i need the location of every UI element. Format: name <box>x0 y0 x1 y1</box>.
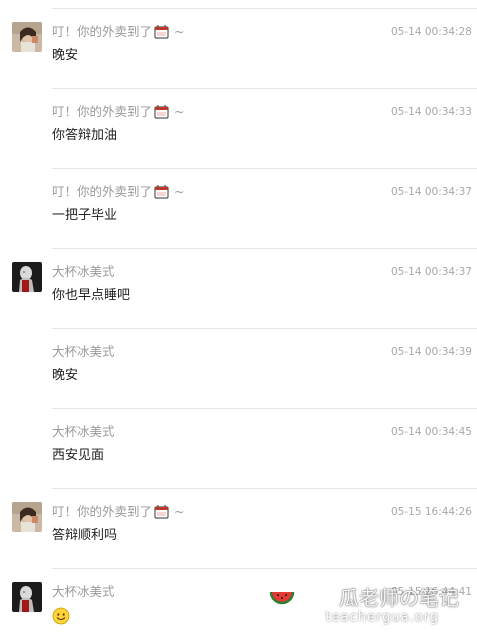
takeout-box-emoji-icon <box>154 184 169 199</box>
message-item: 叮！你的外卖到了 ~ 05-15 16:44:26 答辩顺利吗 <box>0 480 477 560</box>
sender-name[interactable]: 叮！你的外卖到了 ~ <box>52 184 185 200</box>
message-text: 晚安 <box>52 368 79 383</box>
message-text: 你答辩加油 <box>52 128 118 143</box>
takeout-box-emoji-icon <box>154 24 169 39</box>
sender-name[interactable]: 大杯冰美式 <box>52 584 115 600</box>
chat-message-feed: 叮！你的外卖到了 ~ 05-14 00:34:28 晚安 叮！你的外卖到了 ~ 05… <box>0 0 477 638</box>
sender-name-suffix: ~ <box>174 184 185 199</box>
message-divider <box>52 408 477 409</box>
message-timestamp: 05-14 00:34:37 <box>390 186 472 198</box>
message-timestamp: 05-14 00:34:45 <box>390 426 472 438</box>
avatar[interactable] <box>12 502 42 532</box>
avatar[interactable] <box>12 582 42 612</box>
sender-name-suffix: ~ <box>174 504 185 519</box>
message-timestamp: 05-14 00:34:37 <box>390 266 472 278</box>
message-item: 叮！你的外卖到了 ~ 05-14 00:34:33 你答辩加油 <box>0 80 477 160</box>
message-timestamp: 05-14 00:34:39 <box>390 346 472 358</box>
smile-emoji-icon <box>52 607 70 625</box>
message-text: 西安见面 <box>52 448 105 463</box>
message-divider <box>52 568 477 569</box>
sender-name-text: 叮！你的外卖到了 <box>52 504 153 519</box>
message-item: 叮！你的外卖到了 ~ 05-14 00:34:37 一把子毕业 <box>0 160 477 240</box>
message-timestamp: 05-14 00:34:33 <box>390 106 472 118</box>
sender-name-text: 大杯冰美式 <box>52 584 115 599</box>
message-timestamp: 05-15 16:44:26 <box>390 506 472 518</box>
sender-name-text: 大杯冰美式 <box>52 344 115 359</box>
sender-name-text: 叮！你的外卖到了 <box>52 104 153 119</box>
sender-name-text: 大杯冰美式 <box>52 424 115 439</box>
message-item: 叮！你的外卖到了 ~ 05-14 00:34:28 晚安 <box>0 0 477 80</box>
avatar-photo-girl <box>12 22 42 52</box>
message-text: 你也早点睡吧 <box>52 288 131 303</box>
sender-name-suffix: ~ <box>174 24 185 39</box>
avatar[interactable] <box>12 262 42 292</box>
takeout-box-emoji-icon <box>154 104 169 119</box>
message-item: 大杯冰美式 05-15 16:44:41 <box>0 560 477 640</box>
message-item: 大杯冰美式 05-14 00:34:39 晚安 <box>0 320 477 400</box>
message-divider <box>52 168 477 169</box>
message-text: 晚安 <box>52 48 79 63</box>
sender-name-text: 大杯冰美式 <box>52 264 115 279</box>
avatar-photo-statue <box>12 262 42 292</box>
message-timestamp: 05-15 16:44:41 <box>390 586 472 598</box>
message-divider <box>52 328 477 329</box>
sender-name-text: 叮！你的外卖到了 <box>52 24 153 39</box>
sender-name[interactable]: 大杯冰美式 <box>52 264 115 280</box>
sender-name[interactable]: 大杯冰美式 <box>52 424 115 440</box>
sender-name-suffix: ~ <box>174 104 185 119</box>
takeout-box-emoji-icon <box>154 504 169 519</box>
sender-name[interactable]: 叮！你的外卖到了 ~ <box>52 104 185 120</box>
sender-name[interactable]: 叮！你的外卖到了 ~ <box>52 504 185 520</box>
message-timestamp: 05-14 00:34:28 <box>390 26 472 38</box>
message-divider <box>52 248 477 249</box>
avatar[interactable] <box>12 22 42 52</box>
message-text: 答辩顺利吗 <box>52 528 118 543</box>
avatar-photo-girl <box>12 502 42 532</box>
message-divider <box>52 8 477 9</box>
message-divider <box>52 88 477 89</box>
sender-name[interactable]: 叮！你的外卖到了 ~ <box>52 24 185 40</box>
message-item: 大杯冰美式 05-14 00:34:37 你也早点睡吧 <box>0 240 477 320</box>
message-divider <box>52 488 477 489</box>
sender-name[interactable]: 大杯冰美式 <box>52 344 115 360</box>
sender-name-text: 叮！你的外卖到了 <box>52 184 153 199</box>
message-text <box>52 607 70 631</box>
message-text: 一把子毕业 <box>52 208 118 223</box>
avatar-photo-statue <box>12 582 42 612</box>
message-item: 大杯冰美式 05-14 00:34:45 西安见面 <box>0 400 477 480</box>
